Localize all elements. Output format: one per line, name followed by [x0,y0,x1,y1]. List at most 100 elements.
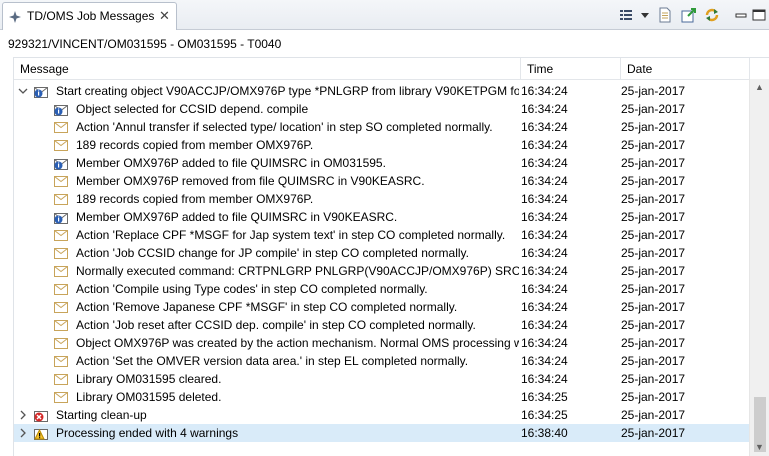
table-row[interactable]: Action 'Job CCSID change for JP compile'… [14,244,750,262]
table-row[interactable]: Library OM031595 cleared. 16:34:24 25-jan-… [14,370,750,388]
message-text: Starting clean-up [56,408,147,422]
message-cell: 189 records copied from member OMX976P. [14,136,519,154]
table-row[interactable]: Action 'Annul transfer if selected type/… [14,118,750,136]
table-row[interactable]: Action 'Replace CPF *MSGF for Jap system… [14,226,750,244]
message-text: Action 'Job CCSID change for JP compile'… [76,246,469,260]
message-cell: Member OMX976P added to file QUIMSRC in … [14,208,519,226]
message-text: Object OMX976P was created by the action… [76,336,519,350]
message-cell: Action 'Remove Japanese CPF *MSGF' in st… [14,298,519,316]
vertical-scrollbar[interactable]: ▲ ▼ [749,79,769,456]
error-icon [34,408,48,422]
date-cell: 25-jan-2017 [621,264,686,278]
date-cell: 25-jan-2017 [621,336,686,350]
message-text: Normally executed command: CRTPNLGRP PNL… [76,264,519,278]
time-cell: 16:34:24 [521,192,568,206]
time-cell: 16:34:24 [521,318,568,332]
table-row[interactable]: Starting clean-up 16:34:25 25-jan-2017 [14,406,750,424]
job-messages-view: TD/OMS Job Messages ✕ 929321/VINCENT/OM0… [0,0,769,456]
message-cell: Action 'Compile using Type codes' in ste… [14,280,519,298]
date-cell: 25-jan-2017 [621,372,686,386]
table-row[interactable]: Normally executed command: CRTPNLGRP PNL… [14,262,750,280]
refresh-icon[interactable] [703,6,721,24]
message-icon [54,120,68,134]
document-icon[interactable] [656,6,674,24]
time-cell: 16:34:24 [521,372,568,386]
scroll-down-icon[interactable]: ▼ [750,439,769,456]
table-row[interactable]: Object selected for CCSID depend. compil… [14,100,750,118]
message-cell: Action 'Job reset after CCSID dep. compi… [14,316,519,334]
date-cell: 25-jan-2017 [621,102,686,116]
date-cell: 25-jan-2017 [621,282,686,296]
message-cell: 189 records copied from member OMX976P. [14,190,519,208]
message-icon [54,192,68,206]
message-text: Processing ended with 4 warnings [56,426,239,440]
time-cell: 16:34:24 [521,264,568,278]
tab-job-messages[interactable]: TD/OMS Job Messages ✕ [2,2,177,30]
table-row[interactable]: 189 records copied from member OMX976P. 1… [14,136,750,154]
message-cell: Start creating object V90ACCJP/OMX976P t… [14,82,519,100]
message-icon [54,354,68,368]
date-cell: 25-jan-2017 [621,174,686,188]
table-row[interactable]: Action 'Job reset after CCSID dep. compi… [14,316,750,334]
chevron-right-icon[interactable] [18,428,28,438]
message-icon [54,390,68,404]
table-row[interactable]: Library OM031595 deleted. 16:34:25 25-jan-… [14,388,750,406]
date-cell: 25-jan-2017 [621,156,686,170]
maximize-icon[interactable] [750,6,768,24]
table-row[interactable]: Action 'Set the OMVER version data area.… [14,352,750,370]
close-icon[interactable]: ✕ [159,8,170,24]
view-menu-icon[interactable] [618,6,636,24]
time-cell: 16:34:25 [521,390,568,404]
message-cell: Member OMX976P added to file QUIMSRC in … [14,154,519,172]
message-text: Action 'Job reset after CCSID dep. compi… [76,318,476,332]
time-cell: 16:34:24 [521,210,568,224]
table-row[interactable]: Action 'Compile using Type codes' in ste… [14,280,750,298]
column-header-message[interactable]: Message [14,58,521,80]
tab-title: TD/OMS Job Messages [27,9,155,23]
date-cell: 25-jan-2017 [621,246,686,260]
time-cell: 16:38:40 [521,426,568,440]
date-cell: 25-jan-2017 [621,228,686,242]
minimize-icon[interactable] [732,6,750,24]
info-message-icon [54,156,68,170]
job-path-label: 929321/VINCENT/OM031595 - OM031595 - T00… [8,37,282,51]
message-text: Member OMX976P added to file QUIMSRC in … [76,210,398,224]
table-row[interactable]: Object OMX976P was created by the action… [14,334,750,352]
date-cell: 25-jan-2017 [621,192,686,206]
message-cell: Object selected for CCSID depend. compil… [14,100,519,118]
date-cell: 25-jan-2017 [621,138,686,152]
column-header-date[interactable]: Date [621,58,750,80]
column-header-time[interactable]: Time [521,58,621,80]
warning-icon [34,426,48,440]
message-cell: Action 'Job CCSID change for JP compile'… [14,244,519,262]
export-icon[interactable] [680,6,698,24]
date-cell: 25-jan-2017 [621,426,686,440]
info-message-icon [34,84,48,98]
table-row[interactable]: Member OMX976P added to file QUIMSRC in … [14,154,750,172]
date-cell: 25-jan-2017 [621,210,686,224]
message-text: Member OMX976P added to file QUIMSRC in … [76,156,386,170]
time-cell: 16:34:24 [521,138,568,152]
time-cell: 16:34:24 [521,354,568,368]
message-icon [54,300,68,314]
chevron-down-icon[interactable] [18,86,28,96]
table-row[interactable]: Member OMX976P removed from file QUIMSRC… [14,172,750,190]
chevron-right-icon[interactable] [18,410,28,420]
date-cell: 25-jan-2017 [621,300,686,314]
time-cell: 16:34:24 [521,120,568,134]
table-row[interactable]: 189 records copied from member OMX976P. 1… [14,190,750,208]
table-row[interactable]: Start creating object V90ACCJP/OMX976P t… [14,82,750,100]
chevron-down-icon[interactable] [639,6,651,24]
message-icon [54,264,68,278]
date-cell: 25-jan-2017 [621,318,686,332]
table-row[interactable]: Action 'Remove Japanese CPF *MSGF' in st… [14,298,750,316]
table-row[interactable]: Processing ended with 4 warnings 16:38:40… [14,424,750,442]
message-cell: Library OM031595 deleted. [14,388,519,406]
message-icon [54,138,68,152]
time-cell: 16:34:24 [521,336,568,350]
message-text: Library OM031595 cleared. [76,372,222,386]
date-cell: 25-jan-2017 [621,84,686,98]
scroll-up-icon[interactable]: ▲ [750,79,769,96]
table-row[interactable]: Member OMX976P added to file QUIMSRC in … [14,208,750,226]
time-cell: 16:34:24 [521,174,568,188]
